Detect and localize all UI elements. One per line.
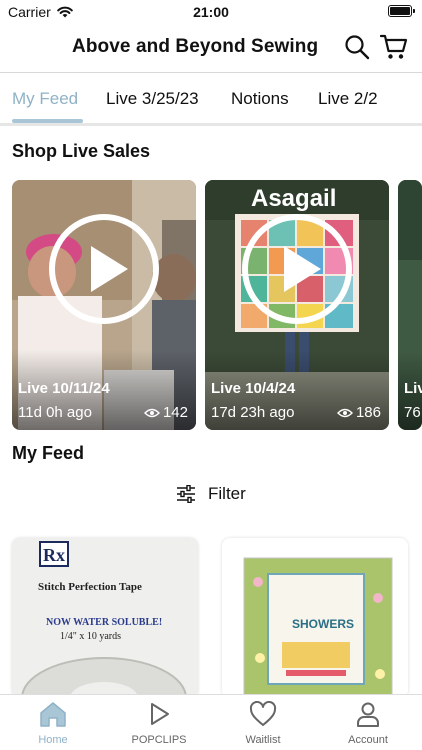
live-date: Live 10/11/24 <box>18 380 110 397</box>
live-time-ago: 76 <box>404 404 421 421</box>
filter-label: Filter <box>208 484 246 503</box>
nav-popclips-label: POPCLIPS <box>131 734 187 746</box>
filter-button[interactable]: Filter <box>176 484 246 504</box>
play-icon <box>151 703 169 725</box>
heart-icon <box>249 700 277 726</box>
nav-account-label: Account <box>348 734 388 746</box>
eye-icon <box>336 408 353 417</box>
cart-icon[interactable] <box>380 33 408 61</box>
product-card[interactable]: Rx Stitch Perfection Tape NOW WATER SOLU… <box>12 538 198 698</box>
product-tagline: NOW WATER SOLUBLE! <box>46 617 162 628</box>
store-title: Above and Beyond Sewing <box>72 36 319 57</box>
battery-icon <box>388 5 415 17</box>
view-count-value: 186 <box>355 404 381 421</box>
product-image-showers-fabric: SHOWERS <box>222 538 408 698</box>
tab-live-3-25-23[interactable]: Live 3/25/23 <box>106 89 199 109</box>
live-time-ago: 17d 23h ago <box>211 404 295 421</box>
home-icon <box>40 702 66 727</box>
nav-home[interactable]: Home <box>8 701 98 746</box>
product-name: SHOWERS <box>292 617 354 631</box>
tab-notions[interactable]: Notions <box>231 89 289 109</box>
nav-home-label: Home <box>38 734 68 746</box>
live-sale-card[interactable]: Live 10/11/24 11d 0h ago 142 <box>12 180 196 430</box>
tab-live-2-2[interactable]: Live 2/2 <box>318 89 378 109</box>
eye-icon <box>143 408 160 417</box>
brand-logo-text: Rx <box>43 545 65 565</box>
nav-account[interactable]: Account <box>323 701 413 746</box>
app-header: Above and Beyond Sewing <box>0 24 422 70</box>
clock: 21:00 <box>193 4 229 20</box>
quilt-overlay-text: Asagail <box>251 185 336 212</box>
person-icon <box>357 702 379 727</box>
filter-sliders-icon <box>177 485 195 503</box>
live-sale-card[interactable]: Asagail Live 10/4/24 17d 23h ago 186 <box>205 180 389 430</box>
product-card[interactable]: SHOWERS <box>222 538 408 698</box>
play-icon[interactable] <box>48 213 160 325</box>
shop-live-sales-heading: Shop Live Sales <box>12 141 151 161</box>
view-count: 186 <box>336 404 381 421</box>
category-tabs: My Feed Live 3/25/23 Notions Live 2/2 <box>0 72 422 126</box>
product-image-stitch-tape: Rx Stitch Perfection Tape NOW WATER SOLU… <box>12 538 198 698</box>
tab-divider <box>0 123 422 126</box>
my-feed-heading: My Feed <box>12 443 85 463</box>
nav-popclips[interactable]: POPCLIPS <box>114 701 204 746</box>
status-bar: Carrier 21:00 <box>0 0 422 24</box>
tab-my-feed[interactable]: My Feed <box>12 89 78 109</box>
view-count-value: 142 <box>162 404 188 421</box>
live-time-ago: 11d 0h ago <box>18 404 92 421</box>
nav-waitlist[interactable]: Waitlist <box>218 700 308 746</box>
nav-waitlist-label: Waitlist <box>245 734 281 746</box>
live-sale-card[interactable]: Liv 76 <box>398 180 422 430</box>
view-count: 142 <box>143 404 188 421</box>
live-date: Liv <box>404 380 422 397</box>
bottom-tab-bar: Home POPCLIPS Waitlist Account <box>0 694 422 750</box>
search-icon[interactable] <box>344 34 370 60</box>
play-icon[interactable] <box>241 213 353 325</box>
product-size: 1/4" x 10 yards <box>60 631 121 642</box>
live-date: Live 10/4/24 <box>211 380 296 397</box>
product-name: Stitch Perfection Tape <box>38 581 142 593</box>
